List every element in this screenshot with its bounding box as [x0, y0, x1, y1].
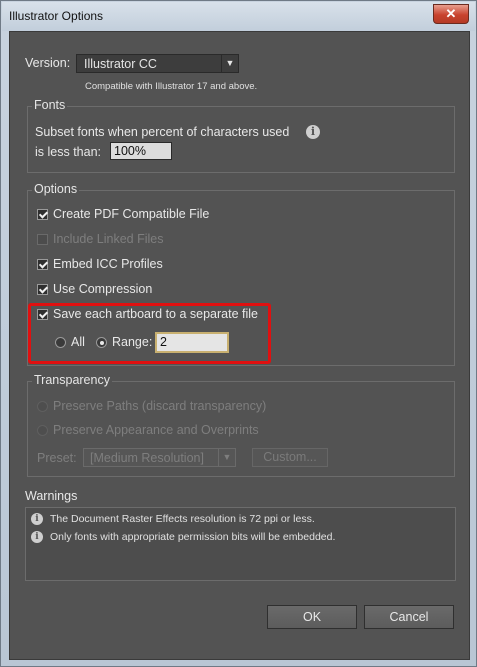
- dialog-content: Version: Illustrator CC ▼ Compatible wit…: [9, 31, 470, 660]
- version-label: Version:: [25, 56, 71, 70]
- version-compat-note: Compatible with Illustrator 17 and above…: [85, 81, 258, 92]
- all-radio[interactable]: [55, 337, 66, 348]
- subset-percent-input[interactable]: 100%: [110, 142, 172, 160]
- cancel-button[interactable]: Cancel: [364, 605, 454, 629]
- preset-select[interactable]: [Medium Resolution] ▼: [83, 448, 236, 467]
- custom-button[interactable]: Custom...: [252, 448, 328, 467]
- close-button[interactable]: ✕: [433, 4, 469, 24]
- preserve-paths-radio[interactable]: [37, 401, 48, 412]
- preserve-appearance-radio[interactable]: [37, 425, 48, 436]
- embed-icc-checkbox[interactable]: [37, 259, 48, 270]
- preset-select-value: [Medium Resolution]: [90, 451, 204, 465]
- range-input[interactable]: 2: [155, 332, 229, 353]
- all-radio-label: All: [71, 335, 85, 349]
- fonts-group: [27, 106, 455, 173]
- info-icon: i: [31, 513, 43, 525]
- ok-button[interactable]: OK: [267, 605, 357, 629]
- dialog-window: Illustrator Options ✕ Version: Illustrat…: [0, 0, 477, 667]
- transparency-group-title: Transparency: [32, 373, 112, 387]
- include-linked-checkbox[interactable]: [37, 234, 48, 245]
- use-compression-checkbox[interactable]: [37, 284, 48, 295]
- create-pdf-checkbox[interactable]: [37, 209, 48, 220]
- subset-fonts-label-line2: is less than:: [35, 145, 102, 159]
- version-select-value: Illustrator CC: [84, 57, 157, 71]
- include-linked-label: Include Linked Files: [53, 232, 164, 246]
- warnings-title: Warnings: [25, 489, 78, 503]
- options-group-title: Options: [32, 182, 80, 196]
- warning-item: The Document Raster Effects resolution i…: [50, 513, 315, 525]
- warning-item: Only fonts with appropriate permission b…: [50, 531, 336, 543]
- use-compression-label: Use Compression: [53, 282, 153, 296]
- save-artboards-checkbox[interactable]: [37, 309, 48, 320]
- save-artboards-label: Save each artboard to a separate file: [53, 307, 258, 321]
- dialog-title: Illustrator Options: [9, 9, 104, 23]
- preserve-appearance-label: Preserve Appearance and Overprints: [53, 423, 259, 437]
- chevron-down-icon: ▼: [221, 55, 238, 72]
- range-radio-label: Range:: [112, 335, 153, 349]
- preset-label: Preset:: [37, 451, 77, 465]
- info-icon: i: [31, 531, 43, 543]
- subset-fonts-label-line1: Subset fonts when percent of characters …: [35, 125, 290, 139]
- chevron-down-icon: ▼: [218, 449, 235, 466]
- fonts-group-title: Fonts: [32, 98, 68, 112]
- embed-icc-label: Embed ICC Profiles: [53, 257, 163, 271]
- preserve-paths-label: Preserve Paths (discard transparency): [53, 399, 267, 413]
- title-bar[interactable]: Illustrator Options ✕: [2, 2, 475, 31]
- version-select[interactable]: Illustrator CC ▼: [76, 54, 239, 73]
- info-icon[interactable]: i: [306, 125, 320, 139]
- create-pdf-label: Create PDF Compatible File: [53, 207, 210, 221]
- range-radio[interactable]: [96, 337, 107, 348]
- warnings-list: i The Document Raster Effects resolution…: [25, 507, 456, 581]
